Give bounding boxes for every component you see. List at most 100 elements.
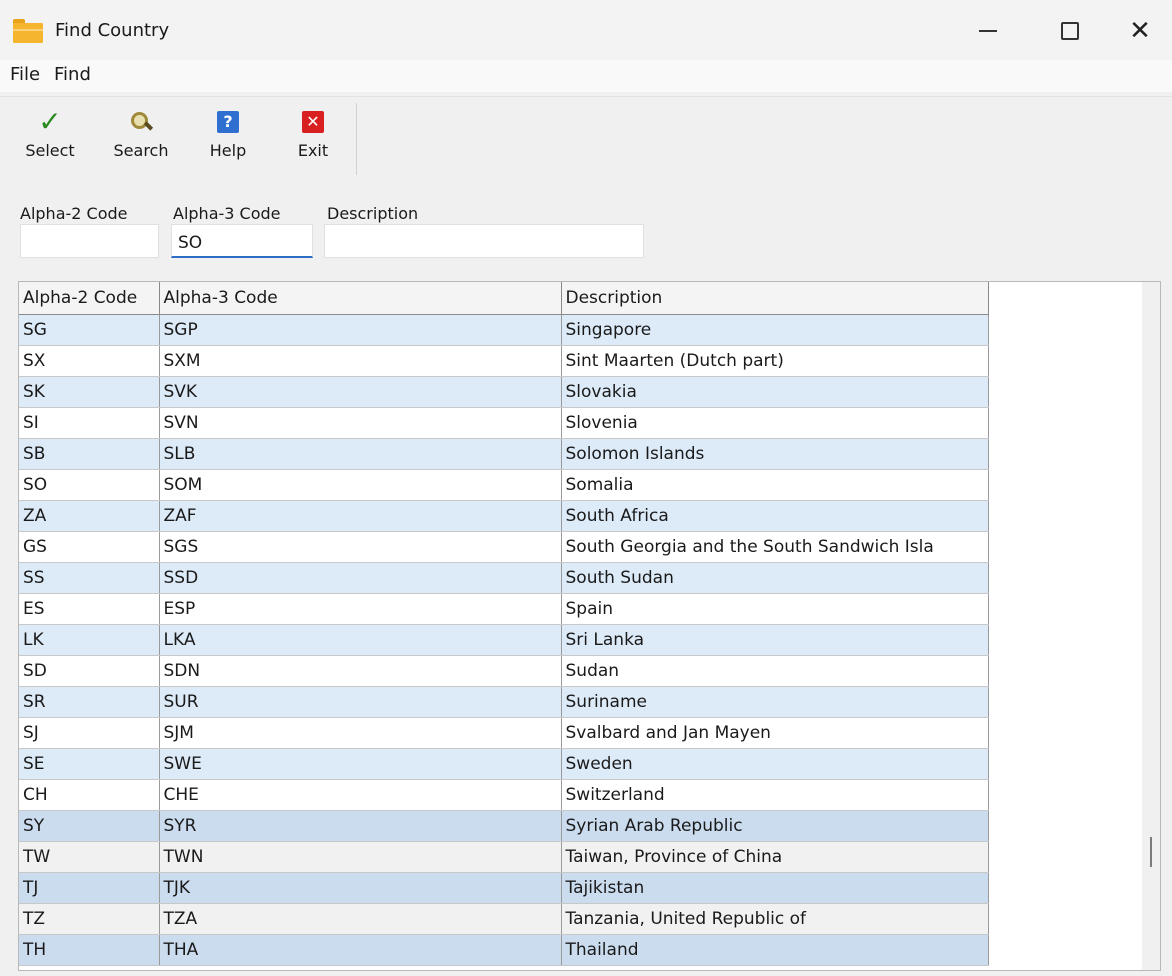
checkmark-icon: ✓: [38, 105, 62, 138]
search-icon: [130, 111, 154, 133]
cell-alpha2: SS: [19, 562, 160, 594]
table-row[interactable]: SE SWE Sweden: [19, 748, 989, 780]
search-button[interactable]: Search: [106, 105, 176, 177]
exit-button[interactable]: ✕ Exit: [278, 105, 348, 177]
window-title: Find Country: [55, 20, 170, 41]
cell-alpha3: SVK: [159, 376, 562, 408]
scrollbar-thumb[interactable]: [1150, 837, 1152, 867]
help-button[interactable]: ? Help: [193, 105, 263, 177]
table-row[interactable]: SX SXM Sint Maarten (Dutch part): [19, 345, 989, 377]
cell-description: Slovakia: [561, 376, 989, 408]
cell-alpha2: SJ: [19, 717, 160, 749]
cell-description: Taiwan, Province of China: [561, 841, 989, 873]
table-row[interactable]: GS SGS South Georgia and the South Sandwic…: [19, 531, 989, 563]
maximize-button[interactable]: [1040, 10, 1100, 52]
cell-alpha2: SG: [19, 314, 160, 346]
cell-alpha3: SGP: [159, 314, 562, 346]
cell-alpha3: SGS: [159, 531, 562, 563]
toolbar-divider: [356, 103, 357, 175]
table-row[interactable]: TH THA Thailand: [19, 934, 989, 966]
cell-alpha2: SX: [19, 345, 160, 377]
menu-file[interactable]: File: [10, 64, 40, 85]
cell-description: South Georgia and the South Sandwich Isl…: [561, 531, 989, 563]
column-header-description[interactable]: Description: [561, 282, 989, 315]
cell-description: Svalbard and Jan Mayen: [561, 717, 989, 749]
cell-alpha3: SXM: [159, 345, 562, 377]
cell-alpha2: LK: [19, 624, 160, 656]
cell-description: Sweden: [561, 748, 989, 780]
table-row[interactable]: CH CHE Switzerland: [19, 779, 989, 811]
cell-alpha3: SYR: [159, 810, 562, 842]
menu-find[interactable]: Find: [54, 64, 91, 85]
cell-description: South Africa: [561, 500, 989, 532]
table-row[interactable]: SR SUR Suriname: [19, 686, 989, 718]
column-header-alpha3[interactable]: Alpha-3 Code: [159, 282, 562, 315]
cell-alpha3: THA: [159, 934, 562, 966]
cell-alpha2: SY: [19, 810, 160, 842]
table-header-row: Alpha-2 Code Alpha-3 Code Description: [19, 282, 989, 315]
cell-description: Sudan: [561, 655, 989, 687]
alpha3-filter-label: Alpha-3 Code: [173, 204, 281, 223]
title-bar: Find Country ✕: [0, 0, 1172, 60]
cell-alpha2: SK: [19, 376, 160, 408]
close-button[interactable]: ✕: [1110, 10, 1170, 52]
table-row[interactable]: SY SYR Syrian Arab Republic: [19, 810, 989, 842]
cell-description: Sint Maarten (Dutch part): [561, 345, 989, 377]
alpha3-filter-input[interactable]: [171, 224, 313, 258]
table-row[interactable]: SI SVN Slovenia: [19, 407, 989, 439]
cell-description: Tanzania, United Republic of: [561, 903, 989, 935]
column-header-alpha2[interactable]: Alpha-2 Code: [19, 282, 160, 315]
cell-alpha3: SUR: [159, 686, 562, 718]
cell-description: Somalia: [561, 469, 989, 501]
cell-alpha2: SB: [19, 438, 160, 470]
results-grid[interactable]: Alpha-2 Code Alpha-3 Code Description SG…: [18, 281, 1161, 971]
table-row[interactable]: SJ SJM Svalbard and Jan Mayen: [19, 717, 989, 749]
search-label: Search: [113, 141, 169, 160]
maximize-icon: [1061, 22, 1079, 40]
description-filter-input[interactable]: [324, 224, 644, 258]
select-label: Select: [25, 141, 75, 160]
cell-description: Singapore: [561, 314, 989, 346]
alpha2-filter-input[interactable]: [20, 224, 159, 258]
table-row[interactable]: SK SVK Slovakia: [19, 376, 989, 408]
table-row[interactable]: ES ESP Spain: [19, 593, 989, 625]
table-row[interactable]: TW TWN Taiwan, Province of China: [19, 841, 989, 873]
table-row[interactable]: SS SSD South Sudan: [19, 562, 989, 594]
cell-description: Switzerland: [561, 779, 989, 811]
cell-description: Sri Lanka: [561, 624, 989, 656]
minimize-button[interactable]: [958, 10, 1018, 52]
cell-alpha2: TZ: [19, 903, 160, 935]
cell-alpha2: ZA: [19, 500, 160, 532]
cell-description: Tajikistan: [561, 872, 989, 904]
cell-alpha3: SJM: [159, 717, 562, 749]
table-row[interactable]: TZ TZA Tanzania, United Republic of: [19, 903, 989, 935]
table-row[interactable]: SG SGP Singapore: [19, 314, 989, 346]
cell-description: Syrian Arab Republic: [561, 810, 989, 842]
cell-alpha2: TH: [19, 934, 160, 966]
description-filter-label: Description: [327, 204, 419, 223]
cell-description: Suriname: [561, 686, 989, 718]
cell-alpha3: LKA: [159, 624, 562, 656]
toolbar: ✓ Select Search ? Help ✕ Exit: [0, 96, 1172, 181]
table-row[interactable]: SB SLB Solomon Islands: [19, 438, 989, 470]
table-row[interactable]: TJ TJK Tajikistan: [19, 872, 989, 904]
table-row[interactable]: SO SOM Somalia: [19, 469, 989, 501]
table-row[interactable]: LK LKA Sri Lanka: [19, 624, 989, 656]
table-row[interactable]: SD SDN Sudan: [19, 655, 989, 687]
cell-alpha3: SOM: [159, 469, 562, 501]
cell-description: Spain: [561, 593, 989, 625]
select-button[interactable]: ✓ Select: [15, 105, 85, 177]
vertical-scrollbar[interactable]: [1142, 282, 1160, 970]
cell-description: Slovenia: [561, 407, 989, 439]
alpha2-filter-label: Alpha-2 Code: [20, 204, 128, 223]
cell-alpha3: SDN: [159, 655, 562, 687]
cell-alpha2: ES: [19, 593, 160, 625]
table-row[interactable]: ZA ZAF South Africa: [19, 500, 989, 532]
cell-alpha2: SE: [19, 748, 160, 780]
cell-alpha2: SI: [19, 407, 160, 439]
cell-alpha2: GS: [19, 531, 160, 563]
close-icon: ✕: [1129, 16, 1151, 46]
cell-description: Solomon Islands: [561, 438, 989, 470]
cell-alpha3: ESP: [159, 593, 562, 625]
cell-alpha3: SWE: [159, 748, 562, 780]
